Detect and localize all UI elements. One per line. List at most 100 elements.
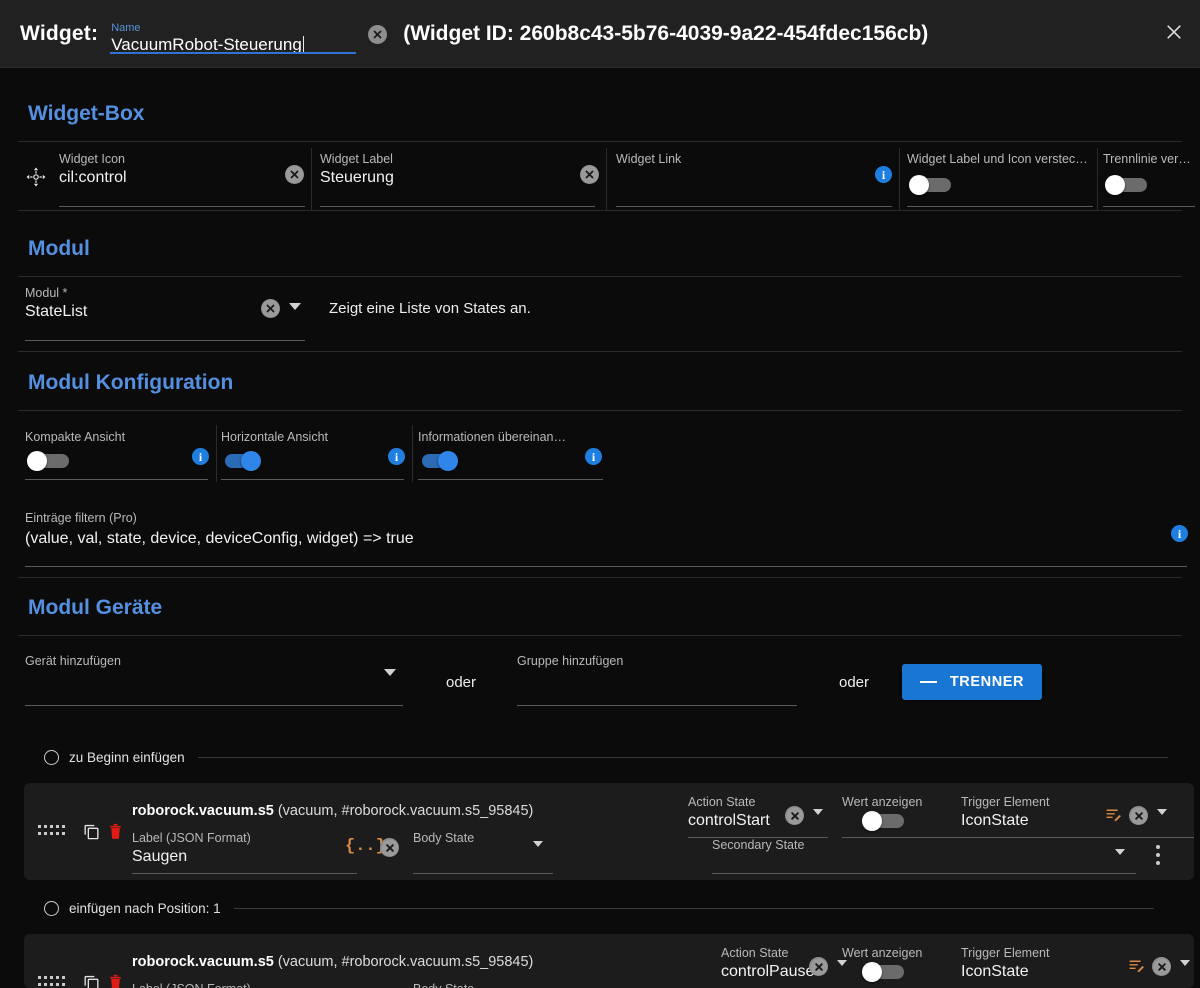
device-2-trigger-clear-button[interactable] <box>1152 957 1171 976</box>
section-title-modul-geraete: Modul Geräte <box>28 596 163 619</box>
kompakte-ansicht-field[interactable]: Kompakte Ansicht <box>25 430 208 480</box>
widget-icon-label: Widget Icon <box>59 152 126 166</box>
hide-label-icon-toggle[interactable] <box>909 175 953 195</box>
device-2-action-state-field[interactable]: Action State controlPause <box>721 946 861 988</box>
device-1-show-value-toggle[interactable] <box>862 811 906 831</box>
clear-circle-icon <box>809 957 828 976</box>
device-1-body-state-dropdown-button[interactable] <box>533 841 543 847</box>
device-2-label-field[interactable]: Label (JSON Format) <box>132 982 357 988</box>
eintraege-filtern-info-button[interactable]: i <box>1171 525 1188 542</box>
device-1-trigger-element-field[interactable]: Trigger Element IconState <box>961 795 1194 838</box>
divider <box>18 210 1182 211</box>
device-1-label-field[interactable]: Label (JSON Format) Saugen <box>132 831 357 874</box>
clear-circle-icon <box>580 165 599 184</box>
widget-name-underline <box>110 52 357 54</box>
device-2-trigger-element-value: IconState <box>961 963 1029 980</box>
divider <box>1097 148 1098 210</box>
copy-icon <box>82 975 101 988</box>
widget-label-clear-button[interactable] <box>580 165 599 184</box>
widget-link-field[interactable]: Widget Link <box>616 152 892 207</box>
widget-name-field[interactable]: Name VacuumRobot-Steuerung <box>110 12 358 56</box>
add-group-field[interactable]: Gruppe hinzufügen <box>517 654 797 706</box>
device-title-bold: roborock.vacuum.s5 <box>132 803 274 819</box>
device-1-action-state-clear-button[interactable] <box>785 806 804 825</box>
drag-handle-icon[interactable] <box>38 825 66 837</box>
horizontale-ansicht-toggle[interactable] <box>223 451 267 471</box>
device-1-label-caption: Label (JSON Format) <box>132 831 251 845</box>
device-2-body-state-field[interactable]: Body State <box>413 982 553 988</box>
drag-handle-icon[interactable] <box>38 976 66 988</box>
informationen-uebereinander-toggle[interactable] <box>420 451 464 471</box>
informationen-uebereinander-info-button[interactable]: i <box>585 448 602 465</box>
toggle-knob <box>862 811 882 831</box>
device-1-action-state-field[interactable]: Action State controlStart <box>688 795 828 838</box>
device-2-show-value-label: Wert anzeigen <box>842 946 923 960</box>
device-2-action-state-label: Action State <box>721 946 789 960</box>
copy-button[interactable] <box>82 973 101 988</box>
device-2-show-value-toggle[interactable] <box>862 962 906 982</box>
kebab-menu-icon <box>1156 845 1160 865</box>
device-1-action-state-dropdown-button[interactable] <box>813 809 823 815</box>
clear-circle-icon <box>261 299 280 318</box>
device-1-show-value-field[interactable]: Wert anzeigen <box>842 795 962 838</box>
device-title: roborock.vacuum.s5 (vacuum, #roborock.va… <box>132 803 533 819</box>
widget-icon-preview <box>25 166 47 193</box>
clear-circle-icon <box>285 165 304 184</box>
add-device-field[interactable]: Gerät hinzufügen <box>25 654 403 706</box>
section-title-modul-konfiguration: Modul Konfiguration <box>28 371 234 394</box>
device-2-show-value-field[interactable]: Wert anzeigen <box>842 946 962 988</box>
delete-button[interactable] <box>107 822 124 846</box>
info-icon: i <box>1171 525 1188 542</box>
widget-link-info-button[interactable]: i <box>875 166 892 183</box>
insert-at-beginning-row[interactable]: zu Beginn einfügen <box>44 750 1194 765</box>
trenner-button[interactable]: TRENNER <box>902 664 1042 700</box>
horizontale-ansicht-info-button[interactable]: i <box>388 448 405 465</box>
copy-button[interactable] <box>82 822 101 846</box>
modul-dropdown-button[interactable] <box>289 303 301 310</box>
modul-clear-button[interactable] <box>261 299 280 318</box>
device-2-trigger-dropdown-button[interactable] <box>1180 960 1190 966</box>
device-1-trigger-dropdown-button[interactable] <box>1157 809 1167 815</box>
add-group-label: Gruppe hinzufügen <box>517 654 624 668</box>
widget-icon-clear-button[interactable] <box>285 165 304 184</box>
delete-button[interactable] <box>107 973 124 988</box>
device-1-trigger-element-value: IconState <box>961 812 1029 829</box>
device-1-label-clear-button[interactable] <box>380 838 399 857</box>
device-1-trigger-clear-button[interactable] <box>1129 806 1148 825</box>
widget-name-clear-button[interactable] <box>368 24 388 44</box>
device-1-secondary-state-field[interactable]: Secondary State <box>712 838 1136 874</box>
insert-after-position-row[interactable]: einfügen nach Position: 1 <box>44 901 1194 916</box>
field-underline <box>616 206 892 207</box>
device-1-trigger-edit-button[interactable] <box>1105 806 1122 828</box>
device-1-secondary-state-dropdown-button[interactable] <box>1115 849 1125 855</box>
device-1-more-menu-button[interactable] <box>1156 845 1160 869</box>
widget-id-text: (Widget ID: 260b8c43-5b76-4039-9a22-454f… <box>403 22 929 45</box>
insert-at-beginning-label: zu Beginn einfügen <box>69 750 185 765</box>
close-button[interactable] <box>1156 16 1192 52</box>
modul-label: Modul * <box>25 286 68 300</box>
widget-label-field[interactable]: Widget Label Steuerung <box>320 152 595 207</box>
kompakte-ansicht-info-button[interactable]: i <box>192 448 209 465</box>
device-1-secondary-state-label: Secondary State <box>712 838 805 852</box>
device-2-action-state-clear-button[interactable] <box>809 957 828 976</box>
toggle-knob <box>909 175 929 195</box>
edit-list-icon <box>1105 809 1122 827</box>
chevron-down-icon <box>289 303 301 310</box>
kompakte-ansicht-toggle[interactable] <box>27 451 71 471</box>
device-2-trigger-edit-button[interactable] <box>1128 957 1145 979</box>
hide-divider-toggle[interactable] <box>1105 175 1149 195</box>
clear-circle-icon <box>1152 957 1171 976</box>
hide-label-icon-toggle-field[interactable]: Widget Label und Icon verstec… <box>907 152 1093 207</box>
hide-divider-toggle-field[interactable]: Trennlinie ver… <box>1103 152 1195 207</box>
close-icon <box>1164 22 1184 47</box>
divider <box>18 141 1182 142</box>
informationen-uebereinander-field[interactable]: Informationen übereinan… <box>418 430 603 480</box>
device-1-body-state-field[interactable]: Body State <box>413 831 553 874</box>
divider <box>18 351 1182 352</box>
device-1-action-state-value: controlStart <box>688 812 770 829</box>
widget-icon-field[interactable]: Widget Icon cil:control <box>59 152 305 207</box>
add-device-dropdown-button[interactable] <box>384 669 396 676</box>
field-underline <box>25 705 403 706</box>
horizontale-ansicht-field[interactable]: Horizontale Ansicht <box>221 430 404 480</box>
eintraege-filtern-field[interactable]: Einträge filtern (Pro) (value, val, stat… <box>25 511 1187 567</box>
